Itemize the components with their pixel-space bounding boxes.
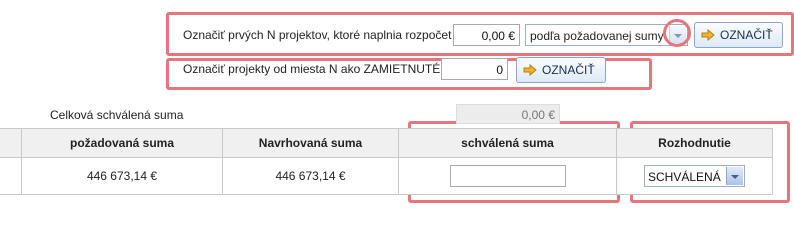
arrow-right-icon [523, 64, 537, 76]
approved-amount-input[interactable] [449, 165, 566, 187]
decision-select[interactable]: SCHVÁLENÁ [644, 165, 745, 187]
criterion-select-value: podľa požadovanej sumy [530, 29, 664, 43]
rejected-bar-label: Označiť projekty od miesta N ako ZAMIETN… [183, 62, 441, 76]
table-row: 446 673,14 € 446 673,14 € SCHVÁLENÁ [0, 157, 773, 195]
proposed-amount: 446 673,14 € [222, 157, 399, 195]
decision-select-value: SCHVÁLENÁ [648, 170, 721, 184]
table-header-requested: požadovaná suma [21, 128, 223, 158]
table-cell-first [0, 157, 22, 195]
summary-label: Celková schválená suma [50, 108, 184, 122]
chevron-down-icon[interactable] [726, 167, 743, 185]
table-header-approved: schválená suma [398, 128, 617, 158]
decision-cell: SCHVÁLENÁ [616, 157, 773, 195]
table-header-row: požadovaná suma Navrhovaná suma schválen… [0, 128, 773, 158]
table-header-decision: Rozhodnutie [616, 128, 773, 158]
rejected-position-input[interactable] [441, 58, 508, 80]
table-header-first [0, 128, 22, 158]
requested-amount: 446 673,14 € [21, 157, 223, 195]
approved-amount-cell [398, 157, 617, 195]
mark-rejected-button[interactable]: OZNAČIŤ [516, 57, 606, 83]
mark-budget-button[interactable]: OZNAČIŤ [694, 22, 783, 48]
mark-rejected-button-label: OZNAČIŤ [542, 63, 595, 77]
summary-value [456, 104, 560, 124]
top-bar-label: Označiť prvých N projektov, ktoré naplni… [183, 28, 452, 42]
arrow-right-icon [701, 29, 715, 41]
highlight-dropdown-arrow [663, 19, 691, 47]
budget-input[interactable] [453, 24, 520, 46]
projects-table: požadovaná suma Navrhovaná suma schválen… [0, 128, 773, 195]
table-header-proposed: Navrhovaná suma [222, 128, 399, 158]
mark-budget-button-label: OZNAČIŤ [720, 28, 773, 42]
